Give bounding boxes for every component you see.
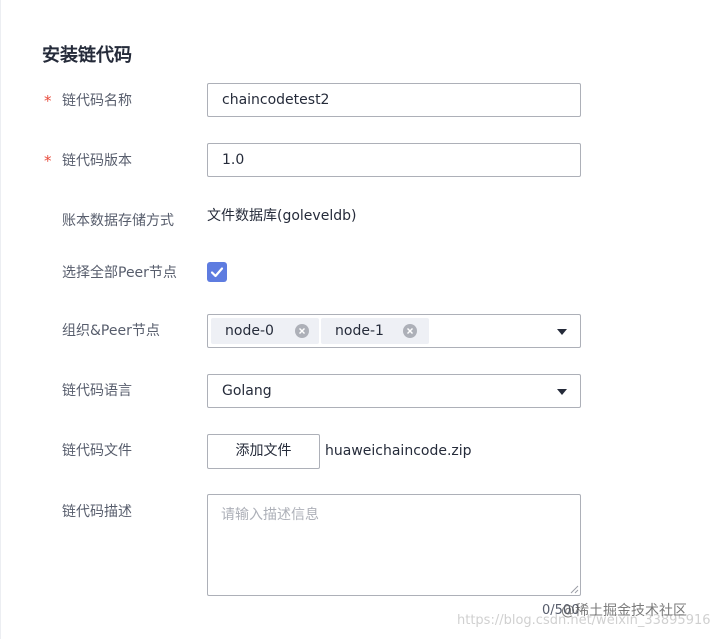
chaincode-file-label: 链代码文件 bbox=[62, 443, 132, 459]
chaincode-language-value: Golang bbox=[222, 383, 272, 399]
resize-grip-icon[interactable] bbox=[570, 585, 579, 594]
watermark-brand: @稀土掘金技术社区 bbox=[561, 603, 687, 619]
peer-tag-label: node-1 bbox=[335, 323, 384, 339]
ledger-storage-value: 文件数据库(goleveldb) bbox=[207, 208, 357, 224]
chaincode-description-label: 链代码描述 bbox=[62, 504, 132, 520]
peer-tag: node-0 bbox=[211, 318, 319, 344]
add-file-button[interactable]: 添加文件 bbox=[207, 434, 320, 469]
description-placeholder: 请输入描述信息 bbox=[221, 507, 319, 523]
select-all-peers-label: 选择全部Peer节点 bbox=[62, 265, 177, 281]
uploaded-file-name: huaweichaincode.zip bbox=[325, 443, 472, 459]
peer-tag: node-1 bbox=[321, 318, 429, 344]
check-icon bbox=[210, 267, 224, 278]
chaincode-version-label: 链代码版本 bbox=[62, 153, 132, 169]
chaincode-version-input[interactable]: 1.0 bbox=[207, 143, 581, 177]
page-title: 安装链代码 bbox=[42, 45, 132, 66]
chaincode-name-label: 链代码名称 bbox=[62, 93, 132, 109]
peer-tag-label: node-0 bbox=[225, 323, 274, 339]
required-mark: * bbox=[44, 92, 52, 110]
chaincode-name-input[interactable]: chaincodetest2 bbox=[207, 83, 581, 117]
required-mark: * bbox=[44, 152, 52, 170]
chaincode-language-label: 链代码语言 bbox=[62, 383, 132, 399]
chaincode-language-select[interactable]: Golang bbox=[207, 374, 581, 408]
org-peer-label: 组织&Peer节点 bbox=[62, 323, 160, 339]
chevron-down-icon[interactable] bbox=[557, 329, 567, 335]
select-all-peers-checkbox[interactable] bbox=[207, 262, 227, 282]
chaincode-description-textarea[interactable]: 请输入描述信息 bbox=[207, 494, 581, 596]
install-chaincode-panel: 安装链代码 * 链代码名称 chaincodetest2 * 链代码版本 1.0… bbox=[0, 0, 711, 639]
ledger-storage-label: 账本数据存储方式 bbox=[62, 213, 174, 229]
org-peer-select[interactable]: node-0 node-1 bbox=[207, 314, 581, 348]
chevron-down-icon[interactable] bbox=[557, 389, 567, 395]
close-icon[interactable] bbox=[295, 324, 309, 338]
close-icon[interactable] bbox=[403, 324, 417, 338]
